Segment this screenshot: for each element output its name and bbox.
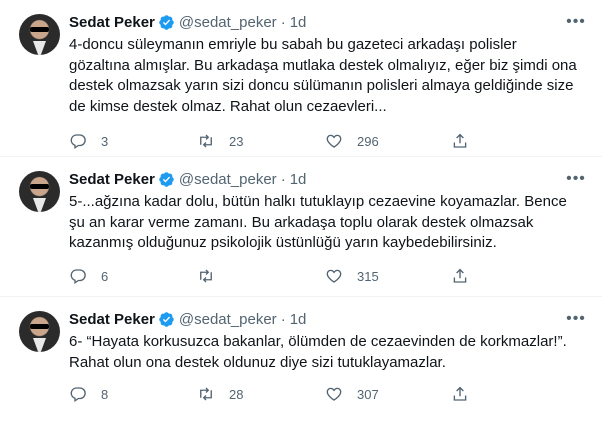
share-icon	[453, 133, 467, 148]
author-name[interactable]: Sedat Peker	[69, 171, 155, 188]
author-handle[interactable]: @sedat_peker	[179, 171, 277, 188]
tweet-text: 4-doncu süleymanın emriyle bu sabah bu g…	[69, 36, 577, 115]
avatar[interactable]	[19, 14, 60, 55]
avatar[interactable]	[19, 171, 60, 212]
tweet[interactable]: Sedat Peker @sedat_peker · 1d ••• 4-donc…	[0, 0, 602, 157]
share-button[interactable]	[451, 132, 469, 150]
like-icon	[326, 134, 342, 148]
author-handle[interactable]: @sedat_peker	[179, 14, 277, 31]
tweet-header: Sedat Peker @sedat_peker · 1d	[69, 169, 306, 189]
timestamp[interactable]: 1d	[290, 171, 307, 188]
verified-badge-icon	[159, 14, 174, 30]
avatar[interactable]	[19, 311, 60, 352]
timestamp[interactable]: 1d	[290, 14, 307, 31]
share-button[interactable]	[451, 385, 469, 403]
like-button[interactable]: 307	[325, 385, 451, 403]
separator: ·	[280, 13, 286, 31]
share-icon	[453, 268, 467, 283]
author-handle[interactable]: @sedat_peker	[179, 311, 277, 328]
like-count: 315	[357, 268, 379, 284]
separator: ·	[280, 310, 286, 328]
retweet-button[interactable]: 23	[197, 132, 325, 150]
retweet-icon	[200, 269, 212, 283]
share-button[interactable]	[451, 267, 469, 285]
tweet[interactable]: Sedat Peker @sedat_peker · 1d ••• 6- “Ha…	[0, 297, 602, 424]
separator: ·	[280, 170, 286, 188]
verified-badge-icon	[159, 171, 174, 187]
like-button[interactable]: 296	[325, 132, 451, 150]
tweet[interactable]: Sedat Peker @sedat_peker · 1d ••• 5-...a…	[0, 157, 602, 297]
author-name[interactable]: Sedat Peker	[69, 311, 155, 328]
tweet-text: 5-...ağzına kadar dolu, bütün halkı tutu…	[69, 193, 567, 251]
like-icon	[326, 387, 342, 401]
reply-button[interactable]: 8	[69, 385, 197, 403]
retweet-icon	[200, 387, 212, 401]
retweet-button[interactable]	[197, 267, 325, 285]
reply-button[interactable]: 6	[69, 267, 197, 285]
tweet-actions: 8 28 307	[69, 384, 499, 404]
retweet-count: 23	[229, 133, 244, 149]
more-icon[interactable]: •••	[564, 10, 588, 34]
more-icon[interactable]: •••	[564, 167, 588, 191]
reply-count: 8	[101, 386, 109, 402]
tweet-header: Sedat Peker @sedat_peker · 1d	[69, 309, 306, 329]
reply-count: 6	[101, 268, 109, 284]
like-count: 307	[357, 386, 379, 402]
author-name[interactable]: Sedat Peker	[69, 14, 155, 31]
retweet-count: 28	[229, 386, 244, 402]
like-button[interactable]: 315	[325, 267, 451, 285]
like-count: 296	[357, 133, 379, 149]
more-icon[interactable]: •••	[564, 307, 588, 331]
like-icon	[326, 269, 342, 283]
share-icon	[453, 386, 467, 401]
tweet-text: 6- “Hayata korkusuzca bakanlar, ölümden …	[69, 333, 567, 371]
retweet-icon	[200, 134, 212, 148]
tweet-actions: 6 315	[69, 266, 499, 286]
tweet-header: Sedat Peker @sedat_peker · 1d	[69, 12, 306, 32]
reply-count: 3	[101, 133, 109, 149]
timestamp[interactable]: 1d	[290, 311, 307, 328]
tweet-actions: 3 23 296	[69, 131, 499, 151]
tweet-feed: Sedat Peker @sedat_peker · 1d ••• 4-donc…	[0, 0, 602, 424]
reply-icon	[70, 134, 86, 150]
retweet-button[interactable]: 28	[197, 385, 325, 403]
reply-icon	[70, 387, 86, 403]
reply-icon	[70, 269, 86, 285]
verified-badge-icon	[159, 311, 174, 327]
reply-button[interactable]: 3	[69, 132, 197, 150]
